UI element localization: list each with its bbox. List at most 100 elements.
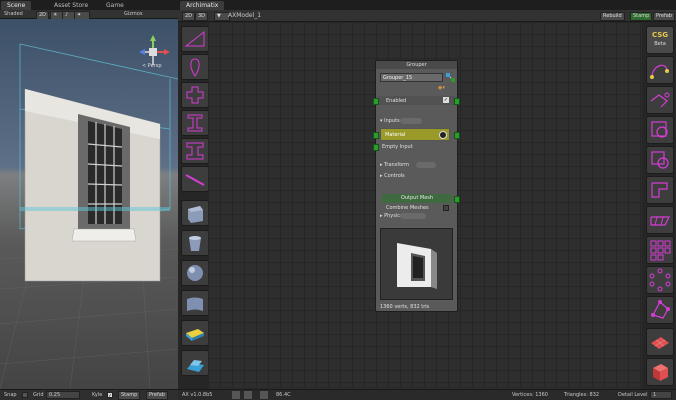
controls-foldout[interactable]: ▸ Controls (380, 172, 405, 180)
transform-foldout[interactable]: ▸ Transform (380, 161, 409, 169)
merge-shape-button[interactable] (646, 146, 674, 174)
detail-level-input[interactable]: 1 (650, 391, 672, 399)
output-mesh-port[interactable] (454, 196, 460, 203)
teardrop-icon (190, 58, 200, 77)
offset-icon (651, 121, 668, 138)
output-mesh-row: Output Mesh (382, 194, 452, 203)
graph-toggle-icon[interactable] (260, 391, 268, 399)
grid-toggle-icon[interactable] (232, 391, 240, 399)
radial-repeater-icon (649, 268, 671, 292)
physics-menu-button[interactable] (400, 213, 426, 219)
node-thumbnail (380, 228, 453, 300)
cylinder-mesh-button[interactable] (181, 230, 209, 256)
inputs-label: Inputs (384, 118, 400, 124)
inputs-add-button[interactable] (400, 118, 422, 124)
tab-scene[interactable]: Scene (1, 1, 32, 10)
enabled-output-port[interactable] (454, 98, 460, 105)
stairs-mesh-button[interactable] (181, 350, 209, 376)
material-input-port[interactable] (373, 132, 379, 139)
version-label: AX v1.0.8b5 (182, 392, 213, 398)
grid-input[interactable]: 0.25 (46, 391, 80, 399)
tab-game[interactable]: Game (100, 1, 130, 10)
teardrop-shape-button[interactable] (181, 54, 209, 80)
material-output-port[interactable] (454, 132, 460, 139)
persp-label[interactable]: < Persp (142, 63, 162, 69)
sphere-mesh-button[interactable] (181, 260, 209, 286)
grouper-node[interactable]: Grouper Grouper_15 ◉▾ Enabled ✓ ▾ Inputs… (373, 60, 460, 312)
tab-asset-store-label: Asset Store (54, 2, 89, 9)
box-mesh-button[interactable] (181, 200, 209, 226)
corner-icon (651, 182, 668, 198)
tab-game-label: Game (106, 2, 124, 9)
cube-icon (188, 206, 203, 223)
node-name-field[interactable]: Grouper_15 (380, 73, 443, 82)
empty-input-label: Empty Input (382, 144, 413, 150)
shape-distributor-button[interactable] (646, 296, 674, 324)
triangle-icon (184, 30, 205, 47)
combine-meshes-checkbox[interactable] (443, 205, 449, 211)
scene-toolbar: Shaded 2D ☀ ♪ ✦ Gizmos (0, 10, 178, 20)
triangle-shape-button[interactable] (181, 26, 209, 52)
tab-scene-label: Scene (7, 2, 26, 9)
cross-icon (186, 86, 204, 104)
stairs-icon (187, 360, 204, 372)
ax-prefab-button[interactable]: Prefab (653, 12, 675, 21)
transform-menu-button[interactable] (416, 162, 436, 168)
stamp-button[interactable]: Stamp (118, 391, 141, 400)
value-readout: 86.4C (276, 392, 291, 398)
snap-checkbox[interactable] (22, 392, 28, 398)
tab-archimatix[interactable]: Archimatix (180, 1, 225, 10)
shading-dropdown[interactable]: Shaded (4, 11, 23, 17)
corner-shape-button[interactable] (646, 176, 674, 204)
transform-label: Transform (384, 162, 409, 168)
cube-mesh-button[interactable] (646, 358, 674, 386)
line-shape-button[interactable] (181, 166, 209, 192)
view-2d-button[interactable]: 2D (182, 12, 196, 21)
i-beam-shape-button[interactable] (181, 110, 209, 136)
slab-mesh-button[interactable] (181, 320, 209, 346)
enabled-checkbox[interactable]: ✓ (443, 97, 449, 103)
curve-path-icon (650, 64, 669, 79)
radial-repeater-button[interactable] (646, 266, 674, 294)
rebuild-button[interactable]: Rebuild (600, 12, 625, 21)
scene-viewport[interactable]: < Persp (0, 19, 178, 389)
gizmos-dropdown[interactable]: Gizmos (124, 11, 142, 17)
kyle-checkbox[interactable]: ✓ (107, 392, 113, 399)
empty-input-port[interactable] (373, 144, 379, 151)
speaker-icon: ♪ (65, 12, 69, 18)
prefab-button[interactable]: Prefab (146, 391, 168, 400)
ax-stamp-button[interactable]: Stamp (630, 12, 653, 21)
grid-repeater-button[interactable] (646, 236, 674, 264)
nodes-toggle-icon[interactable] (244, 391, 252, 399)
scene-tab-bar: Scene Asset Store Game (0, 0, 178, 10)
floor-mesh-icon (651, 337, 669, 349)
csg-beta-text: Beta (654, 41, 666, 47)
archimatix-tab-bar: Archimatix (178, 0, 676, 10)
path-curve-button[interactable] (646, 56, 674, 84)
material-slot[interactable]: Material (380, 128, 450, 141)
effects-icon: ✦ (77, 12, 82, 18)
wide-beam-shape-button[interactable] (181, 138, 209, 164)
curved-panel-icon (187, 297, 203, 311)
cross-shape-button[interactable] (181, 82, 209, 108)
material-picker-icon[interactable] (439, 131, 447, 139)
inputs-foldout[interactable]: ▾ Inputs (380, 117, 400, 125)
floor-mesh-button[interactable] (646, 328, 674, 356)
kyle-label: Kyle (92, 392, 103, 398)
scene-geometry (0, 43, 178, 389)
node-options-icon[interactable]: ◉▾ (438, 85, 445, 91)
tab-asset-store[interactable]: Asset Store (48, 1, 94, 10)
node-header[interactable]: Grouper (376, 61, 457, 69)
node-type-icon (446, 73, 455, 82)
grid-repeater-icon (650, 240, 671, 261)
csg-beta-button[interactable]: CSG Beta (646, 26, 674, 54)
right-tool-shelf: CSG Beta (642, 22, 676, 389)
detail-level-label: Detail Level (618, 392, 648, 398)
enabled-input-port[interactable] (373, 98, 379, 105)
branch-path-button[interactable] (646, 86, 674, 114)
curved-panel-button[interactable] (181, 290, 209, 316)
view-3d-button[interactable]: 3D (195, 12, 209, 21)
offset-shape-button[interactable] (646, 116, 674, 144)
notch-shape-button[interactable] (646, 206, 674, 234)
branch-icon (650, 92, 670, 108)
